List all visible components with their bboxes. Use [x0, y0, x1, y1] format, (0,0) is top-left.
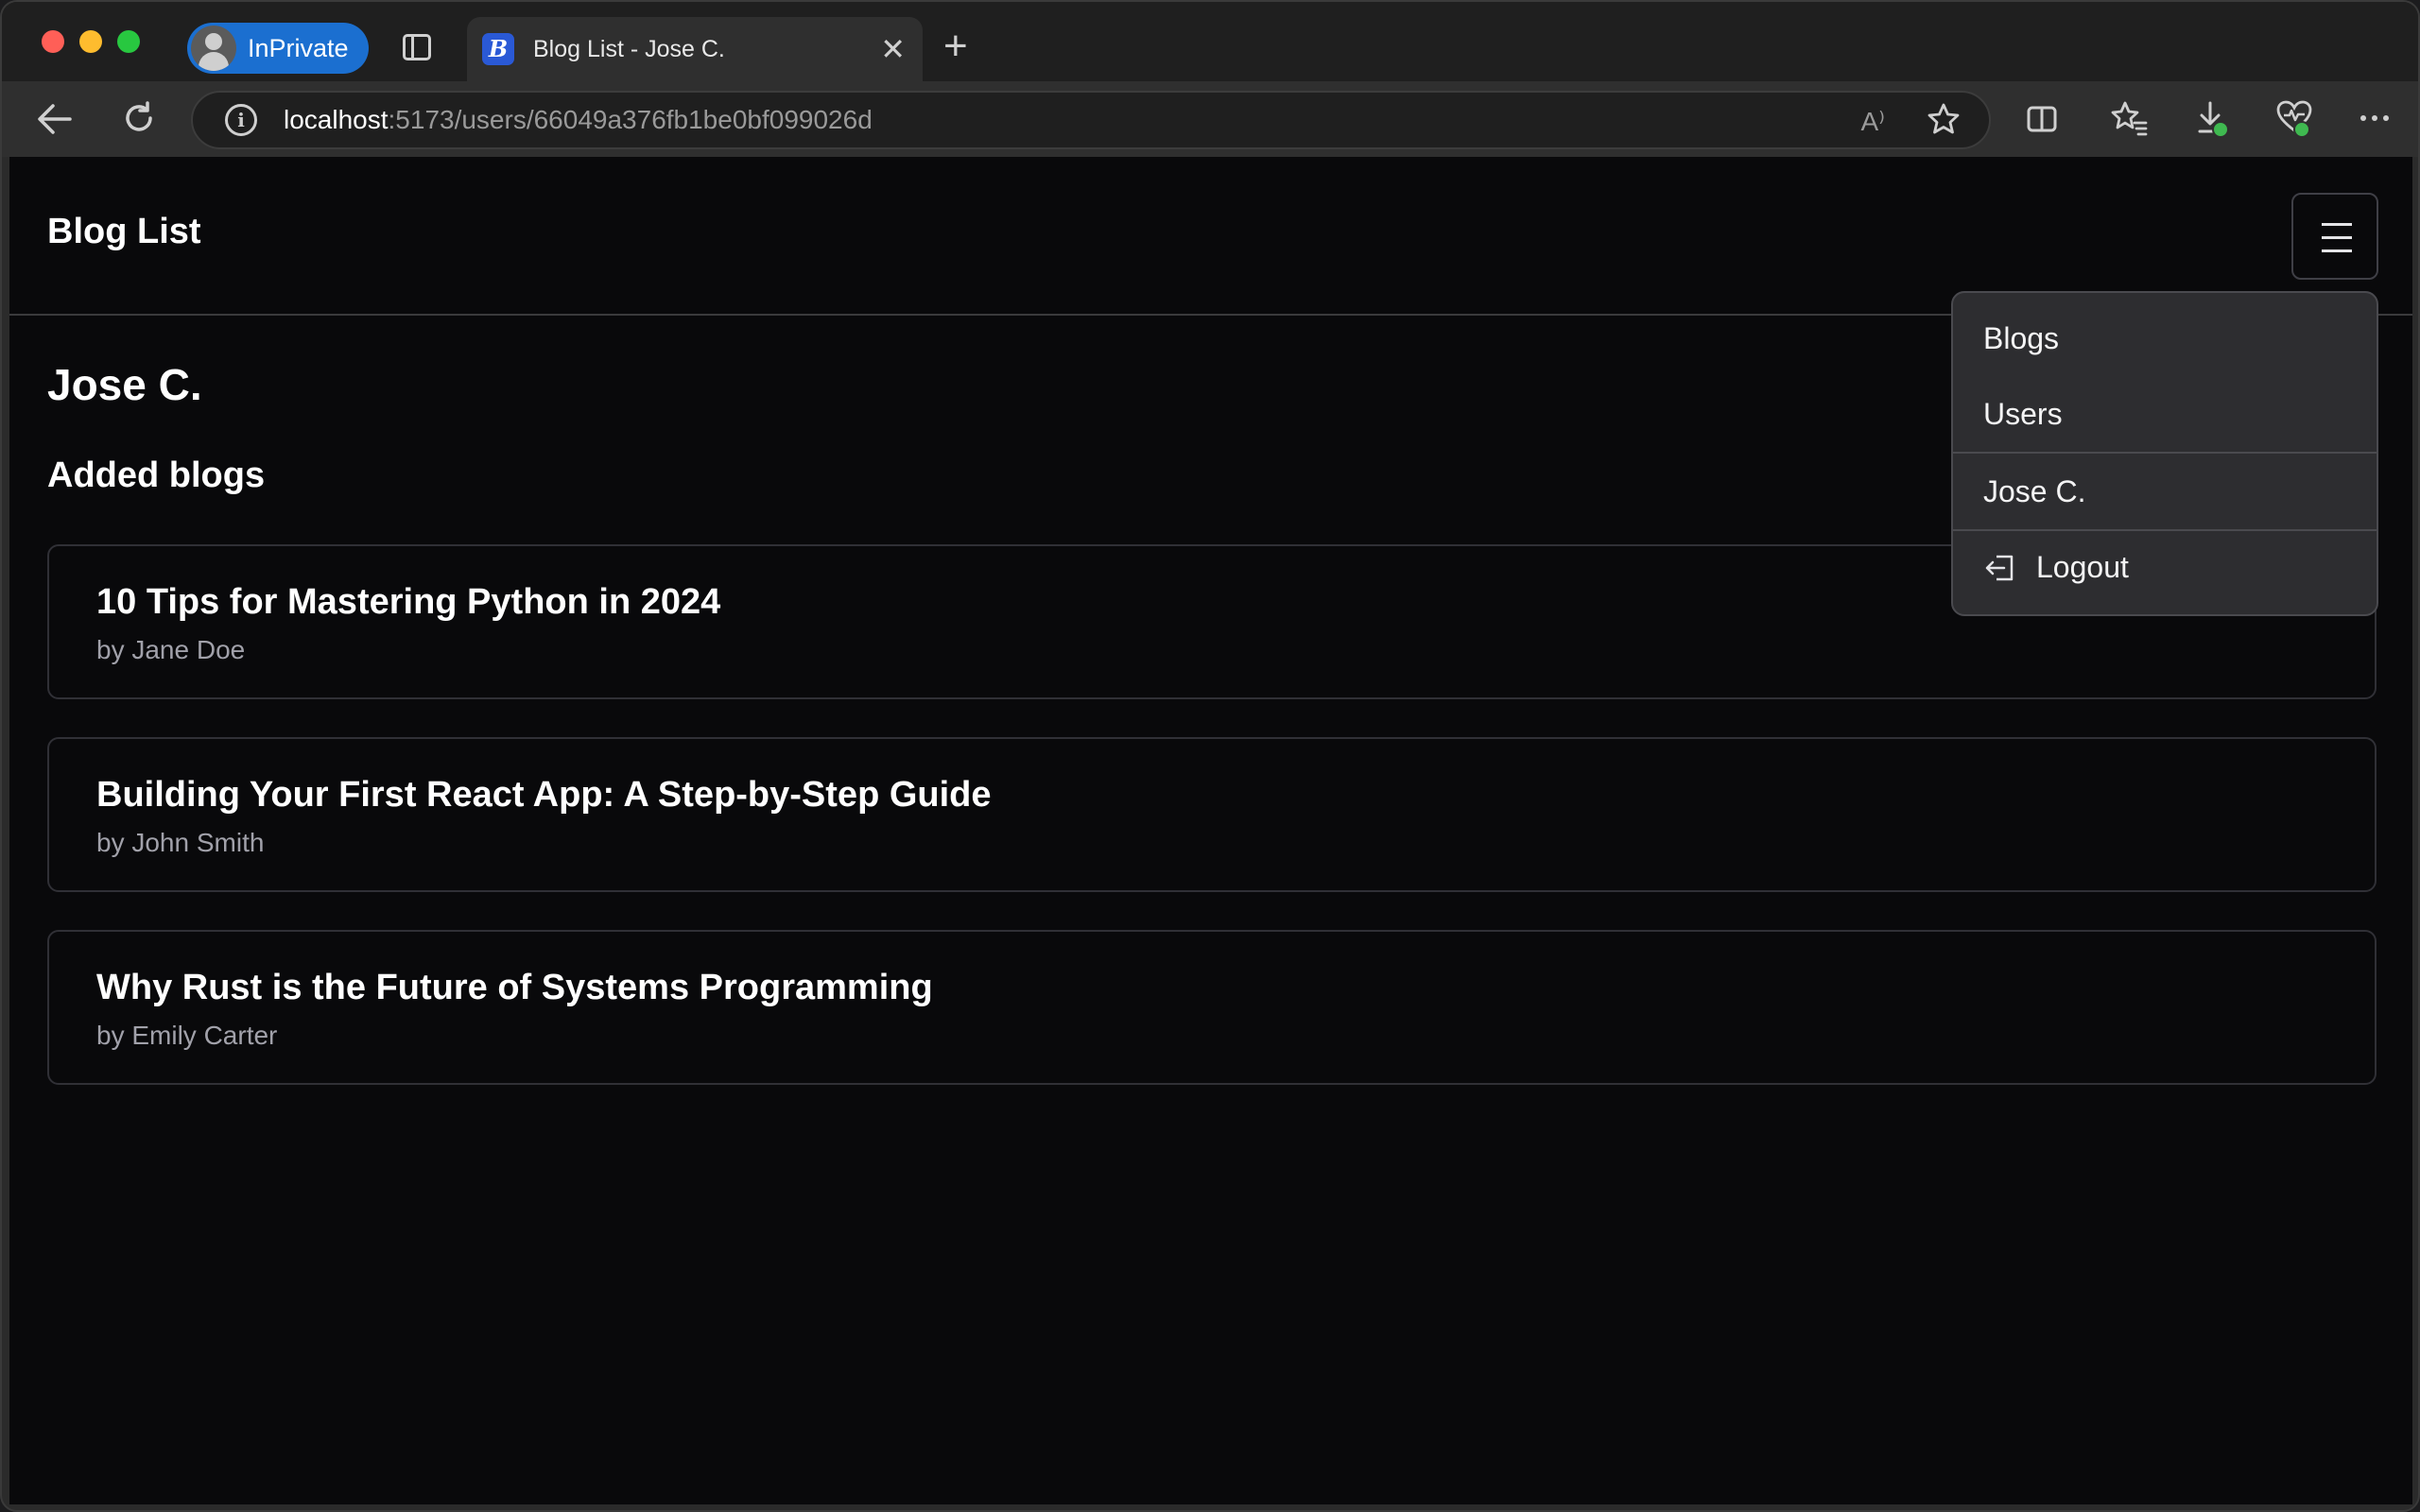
- tab-close-icon[interactable]: ✕: [880, 31, 906, 67]
- favicon-icon: B: [482, 33, 514, 65]
- url-host: localhost: [284, 105, 389, 134]
- menu-item-current-user[interactable]: Jose C.: [1983, 474, 2085, 509]
- menu-toggle-button[interactable]: [2291, 193, 2378, 280]
- new-tab-button[interactable]: +: [943, 23, 968, 70]
- menu-item-blogs[interactable]: Blogs: [1983, 321, 2059, 356]
- profile-avatar-icon: [191, 26, 236, 71]
- address-bar[interactable]: i localhost:5173/users/66049a376fb1be0bf…: [191, 91, 1991, 149]
- inprivate-profile-button[interactable]: InPrivate: [187, 23, 369, 74]
- nav-dropdown-menu: Blogs Users Jose C. Logout: [1951, 291, 2378, 616]
- blog-card[interactable]: Building Your First React App: A Step-by…: [47, 737, 2377, 892]
- menu-item-users[interactable]: Users: [1983, 397, 2063, 432]
- favorites-icon[interactable]: [2110, 100, 2148, 136]
- url-path: :5173/users/66049a376fb1be0bf099026d: [388, 105, 873, 134]
- blog-author: by Emily Carter: [96, 1021, 278, 1050]
- close-window-button[interactable]: [42, 30, 64, 53]
- tab-title: Blog List - Jose C.: [533, 35, 725, 62]
- back-icon[interactable]: [36, 102, 74, 136]
- favorite-star-icon[interactable]: [1927, 102, 1961, 136]
- inprivate-label: InPrivate: [248, 33, 349, 62]
- refresh-icon[interactable]: [121, 100, 157, 136]
- menu-item-logout[interactable]: Logout: [2036, 550, 2129, 585]
- menu-divider: [1953, 452, 2377, 454]
- logout-icon: [1985, 555, 2014, 581]
- blog-title[interactable]: Building Your First React App: A Step-by…: [96, 775, 992, 816]
- tab-blog-list[interactable]: B Blog List - Jose C. ✕: [467, 17, 923, 81]
- blog-title[interactable]: Why Rust is the Future of Systems Progra…: [96, 968, 933, 1008]
- read-aloud-icon[interactable]: A⁾: [1860, 106, 1885, 137]
- maximize-window-button[interactable]: [117, 30, 140, 53]
- user-name-heading: Jose C.: [47, 360, 202, 409]
- site-info-icon[interactable]: i: [225, 104, 257, 136]
- added-blogs-heading: Added blogs: [47, 455, 266, 495]
- url-text[interactable]: localhost:5173/users/66049a376fb1be0bf09…: [284, 105, 873, 135]
- hamburger-icon-line: [2322, 249, 2352, 252]
- blog-title[interactable]: 10 Tips for Mastering Python in 2024: [96, 582, 720, 623]
- hamburger-icon-line: [2322, 236, 2352, 239]
- essentials-status-badge: [2293, 121, 2310, 138]
- download-complete-badge: [2212, 121, 2229, 138]
- tab-strip: InPrivate B Blog List - Jose C. ✕ +: [2, 2, 2418, 81]
- browser-window: InPrivate B Blog List - Jose C. ✕ + i lo…: [0, 0, 2420, 1512]
- minimize-window-button[interactable]: [79, 30, 102, 53]
- hamburger-icon: [2322, 223, 2352, 226]
- web-page: Blog List Jose C. Added blogs 10 Tips fo…: [9, 157, 2412, 1504]
- more-icon[interactable]: [2360, 113, 2390, 123]
- blog-author: by Jane Doe: [96, 635, 246, 664]
- split-screen-icon[interactable]: [2025, 102, 2059, 136]
- brand-link[interactable]: Blog List: [47, 212, 201, 252]
- blog-card[interactable]: Why Rust is the Future of Systems Progra…: [47, 930, 2377, 1085]
- blog-author: by John Smith: [96, 828, 265, 857]
- tab-actions-icon[interactable]: [403, 34, 431, 60]
- menu-divider: [1953, 529, 2377, 531]
- browser-toolbar: i localhost:5173/users/66049a376fb1be0bf…: [2, 81, 2418, 157]
